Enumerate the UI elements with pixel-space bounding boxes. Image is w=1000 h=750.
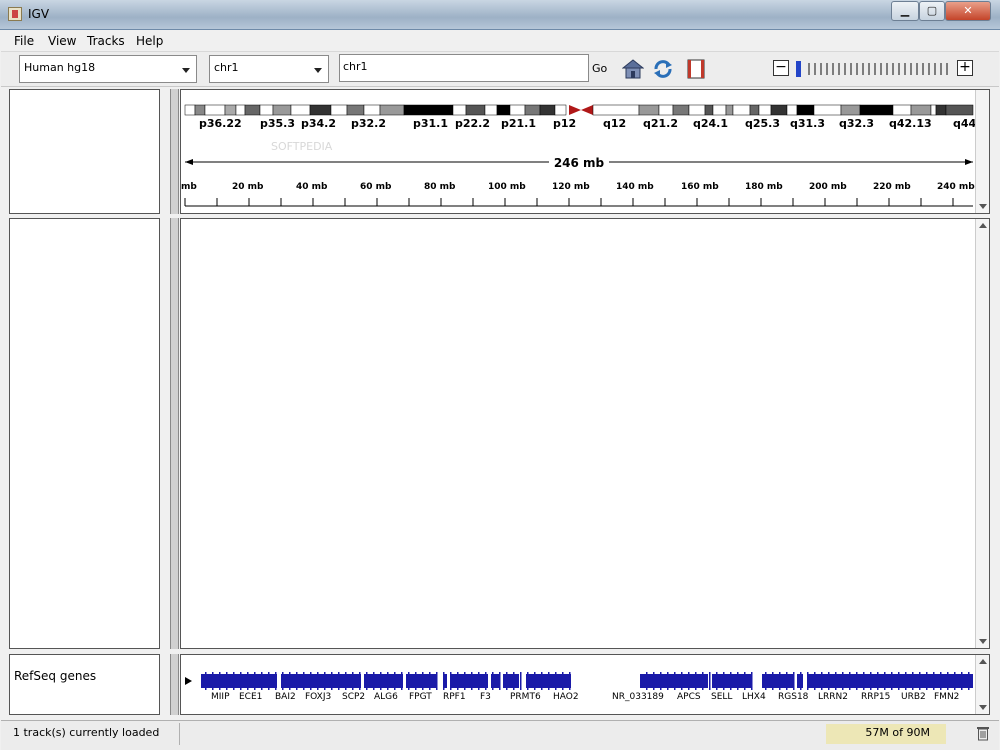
band-label: p35.3 [260, 117, 295, 130]
data-panel[interactable] [180, 218, 990, 649]
gene-label: LRRN2 [818, 692, 848, 702]
menu-view[interactable]: View [48, 34, 76, 48]
ruler-tick-label: 160 mb [681, 182, 719, 192]
ruler-tick-label: 60 mb [360, 182, 392, 192]
app-icon [8, 7, 22, 21]
band-label: p22.2 [455, 117, 490, 130]
ruler-tick-label: 180 mb [745, 182, 783, 192]
window-title: IGV [28, 7, 50, 21]
genome-value: Human hg18 [24, 61, 96, 74]
band-label: p32.2 [351, 117, 386, 130]
ruler-tick-label: 220 mb [873, 182, 911, 192]
gene-label: RGS18 [778, 692, 809, 702]
band-label: q25.3 [745, 117, 780, 130]
band-label: q32.3 [839, 117, 874, 130]
gene-label: FPGT [409, 692, 432, 702]
maximize-icon[interactable]: ▢ [919, 1, 945, 21]
watermark-text: SOFTPEDIA [271, 140, 333, 153]
header-scrollbar[interactable] [975, 90, 989, 213]
menu-help[interactable]: Help [136, 34, 163, 48]
genome-dropdown[interactable]: Human hg18 [19, 55, 197, 83]
title-bar: IGV ▁ ▢ ✕ [0, 0, 1000, 30]
refresh-icon[interactable] [652, 58, 674, 80]
ruler-tick-label: 200 mb [809, 182, 847, 192]
chevron-down-icon [182, 68, 190, 73]
feature-panel[interactable]: MIIP ECE1 BAI2 FOXJ3 SCP2 ALG6 FPGT RPF1 F3 PRMT6… [180, 654, 990, 715]
gene-label: URB2 [901, 692, 926, 702]
locus-input[interactable]: chr1 [339, 54, 589, 82]
minimize-icon[interactable]: ▁ [891, 1, 919, 21]
gene-label: SELL [711, 692, 732, 702]
ruler-tick-label: 20 mb [232, 182, 264, 192]
band-label: p34.2 [301, 117, 336, 130]
zoom-slider[interactable] [793, 59, 953, 79]
trash-icon[interactable] [976, 725, 990, 741]
gene-label: ALG6 [374, 692, 398, 702]
menu-bar: File View Tracks Help [1, 31, 999, 52]
status-divider [179, 723, 180, 745]
gene-label: HAO2 [553, 692, 579, 702]
gene-label: F3 [480, 692, 491, 702]
band-label: q12 [603, 117, 626, 130]
refseq-track[interactable]: MIIP ECE1 BAI2 FOXJ3 SCP2 ALG6 FPGT RPF1 F3 PRMT6… [181, 655, 975, 714]
chevron-down-icon [314, 68, 322, 73]
feature-name-panel: RefSeq genes [9, 654, 160, 715]
header-name-panel [9, 89, 160, 214]
home-icon[interactable] [622, 58, 644, 80]
ruler-tick-label: 120 mb [552, 182, 590, 192]
gene-label: PRMT6 [510, 692, 541, 702]
ruler-tick-label: 80 mb [424, 182, 456, 192]
gene-label: LHX4 [742, 692, 766, 702]
gene-label: ECE1 [239, 692, 262, 702]
attribute-divider[interactable] [170, 654, 179, 715]
band-label: p36.22 [199, 117, 242, 130]
zoom-in-icon[interactable]: + [957, 60, 973, 76]
zoom-out-icon[interactable]: − [773, 60, 789, 76]
band-label: p21.1 [501, 117, 536, 130]
band-label: p12 [553, 117, 576, 130]
gene-label: SCP2 [342, 692, 365, 702]
attribute-divider[interactable] [170, 218, 179, 649]
go-button[interactable]: Go [592, 62, 607, 75]
gene-label: RRP15 [861, 692, 890, 702]
gene-label: MIIP [211, 692, 230, 702]
gene-label: NR_033189 [612, 692, 664, 702]
band-label: p31.1 [413, 117, 448, 130]
chromosome-value: chr1 [214, 61, 239, 74]
status-message: 1 track(s) currently loaded [13, 726, 160, 739]
menu-tracks[interactable]: Tracks [87, 34, 125, 48]
span-label: 246 mb [554, 156, 605, 170]
band-label: q44 [953, 117, 977, 130]
attribute-divider[interactable] [170, 89, 179, 214]
expand-icon [185, 677, 192, 685]
region-icon[interactable] [685, 58, 707, 80]
band-label: q42.13 [889, 117, 932, 130]
menu-file[interactable]: File [14, 34, 34, 48]
data-scrollbar[interactable] [975, 219, 989, 648]
close-icon[interactable]: ✕ [945, 1, 991, 21]
track-name-refseq[interactable]: RefSeq genes [14, 669, 96, 683]
memory-indicator: 57M of 90M [826, 724, 946, 744]
gene-label: RPF1 [443, 692, 466, 702]
band-label: q24.1 [693, 117, 728, 130]
ideogram-ruler[interactable]: p36.22 p35.3 p34.2 p32.2 p31.1 p22.2 p21.1 p12 q… [181, 90, 989, 213]
gene-label: FOXJ3 [305, 692, 331, 702]
toolbar: Human hg18 chr1 chr1 Go − + [1, 52, 999, 87]
ruler-tick-label: 100 mb [488, 182, 526, 192]
gene-label: APCS [677, 692, 701, 702]
ruler-tick-label: 140 mb [616, 182, 654, 192]
header-panel: p36.22 p35.3 p34.2 p32.2 p31.1 p22.2 p21.1 p12 q… [180, 89, 990, 214]
band-label: q21.2 [643, 117, 678, 130]
status-bar: 1 track(s) currently loaded 57M of 90M [1, 720, 999, 750]
gene-label: FMN2 [934, 692, 959, 702]
data-name-panel [9, 218, 160, 649]
ruler-tick-label: 40 mb [296, 182, 328, 192]
ruler-tick-label: 240 mb [937, 182, 975, 192]
gene-label: BAI2 [275, 692, 296, 702]
feature-scrollbar[interactable] [975, 655, 989, 714]
chromosome-dropdown[interactable]: chr1 [209, 55, 329, 83]
band-label: q31.3 [790, 117, 825, 130]
ruler-tick-label: mb [181, 182, 197, 192]
